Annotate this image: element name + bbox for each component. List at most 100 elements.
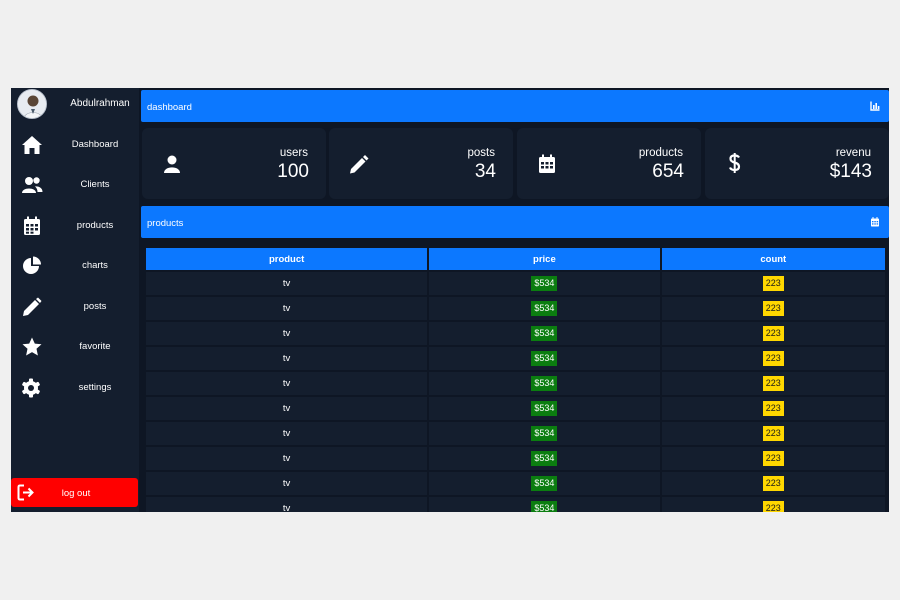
product-cell: tv [146,397,428,420]
sidebar-item-label: Clients [80,179,110,190]
product-cell: tv [146,497,428,512]
page-title: dashboard [147,102,192,113]
table-row[interactable]: tv $534 223 [146,497,885,512]
sidebar: Abdulrahman Dashboard Clients products c [11,88,139,512]
price-cell: $534 [429,322,660,345]
count-cell: 223 [661,422,885,445]
table-row[interactable]: tv $534 223 [146,447,885,470]
product-cell: tv [146,422,428,445]
product-cell: tv [146,272,428,295]
sidebar-item-dashboard[interactable]: Dashboard [11,128,139,162]
price-cell: $534 [429,422,660,445]
table-header-row: product price count [146,248,885,270]
sidebar-item-charts[interactable]: charts [11,249,139,283]
home-icon [21,135,43,155]
user-icon [162,154,182,174]
sidebar-item-products[interactable]: products [11,209,139,243]
stat-label: revenu [835,147,871,159]
sidebar-item-label: posts [83,301,107,312]
sidebar-item-label: products [76,220,114,231]
stat-value: 100 [277,161,309,182]
pencil-icon [21,297,43,317]
stat-value: $143 [829,161,872,182]
count-cell: 223 [661,372,885,395]
column-header-count[interactable]: count [661,248,885,270]
price-cell: $534 [429,297,660,320]
stat-label: users [279,147,308,159]
table-row[interactable]: tv $534 223 [146,372,885,395]
price-cell: $534 [429,497,660,512]
stat-value: 34 [474,161,496,182]
stat-card-products: products 654 [517,128,701,199]
price-cell: $534 [429,347,660,370]
dollar-icon [725,152,745,173]
stat-card-users: users 100 [142,128,326,199]
table-row[interactable]: tv $534 223 [146,397,885,420]
users-icon [21,175,43,195]
price-cell: $534 [429,272,660,295]
column-header-product[interactable]: product [146,248,428,270]
price-cell: $534 [429,397,660,420]
price-badge: $534 [531,451,558,466]
count-cell: 223 [661,472,885,495]
sidebar-item-posts[interactable]: posts [11,290,139,324]
count-badge: 223 [762,326,784,341]
price-badge: $534 [531,276,558,291]
price-badge: $534 [531,326,558,341]
stat-label: posts [467,147,496,159]
pie-chart-icon [21,256,43,276]
table-row[interactable]: tv $534 223 [146,422,885,445]
product-cell: tv [146,322,428,345]
product-cell: tv [146,347,428,370]
dashboard-header: dashboard [141,90,889,122]
table-row[interactable]: tv $534 223 [146,272,885,295]
sidebar-item-settings[interactable]: settings [11,371,139,405]
count-badge: 223 [762,451,784,466]
gear-icon [21,378,43,398]
star-icon [21,337,43,357]
count-cell: 223 [661,397,885,420]
logout-label: log out [61,488,91,499]
price-badge: $534 [531,501,558,512]
avatar[interactable] [17,89,47,119]
pencil-icon [349,154,369,174]
sidebar-item-clients[interactable]: Clients [11,168,139,202]
price-badge: $534 [531,476,558,491]
count-badge: 223 [762,501,784,512]
count-cell: 223 [661,297,885,320]
count-badge: 223 [762,401,784,416]
price-badge: $534 [531,401,558,416]
price-cell: $534 [429,447,660,470]
table-row[interactable]: tv $534 223 [146,322,885,345]
table-row[interactable]: tv $534 223 [146,297,885,320]
sidebar-item-favorite[interactable]: favorite [11,330,139,364]
count-badge: 223 [762,301,784,316]
chart-icon[interactable] [870,101,880,111]
product-cell: tv [146,447,428,470]
dashboard-app: Abdulrahman Dashboard Clients products c [11,88,889,512]
table-row[interactable]: tv $534 223 [146,472,885,495]
product-cell: tv [146,297,428,320]
price-badge: $534 [531,426,558,441]
column-header-price[interactable]: price [429,248,660,270]
profile[interactable]: Abdulrahman [11,88,139,120]
calendar-icon [21,216,43,236]
count-badge: 223 [762,376,784,391]
logout-button[interactable]: log out [11,478,138,507]
stat-card-posts: posts 34 [329,128,513,199]
count-cell: 223 [661,347,885,370]
sidebar-item-label: Dashboard [71,139,119,150]
sidebar-item-label: favorite [79,341,111,352]
count-badge: 223 [762,276,784,291]
price-badge: $534 [531,351,558,366]
table-row[interactable]: tv $534 223 [146,347,885,370]
count-cell: 223 [661,497,885,512]
products-header: products [141,206,889,238]
calendar-icon[interactable] [870,217,880,227]
price-cell: $534 [429,372,660,395]
price-cell: $534 [429,472,660,495]
count-cell: 223 [661,447,885,470]
count-badge: 223 [762,351,784,366]
calendar-icon [537,154,557,174]
count-cell: 223 [661,272,885,295]
